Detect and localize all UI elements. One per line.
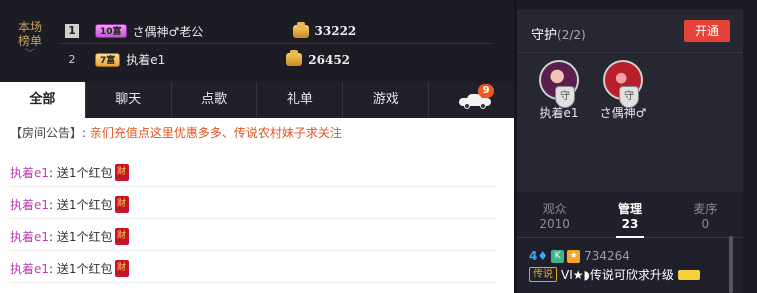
user-list-item[interactable]: 4 ♦ K ★ 734264 传说 VI★◗传说可欣求升级 xyxy=(529,248,729,283)
star-badge-icon: ★ xyxy=(567,249,581,263)
message-user[interactable]: 执着e1 xyxy=(10,191,49,219)
rank-toggle[interactable]: 本场 榜单 ﹀ xyxy=(8,20,52,60)
rank-row[interactable]: 2 7富 执着e1 26452 xyxy=(60,47,492,72)
tab-all[interactable]: 全部 xyxy=(0,82,86,118)
rank-number: 1 xyxy=(65,24,79,38)
chat-area: 【房间公告】: 亲们充值点这里优惠多多、传说农村妹子求关注 执着e1 : 送1个… xyxy=(0,118,514,293)
rank-number: 2 xyxy=(68,52,76,66)
k-badge-icon: K xyxy=(551,249,565,263)
user-tabs: 观众 2010 管理 23 麦序 0 xyxy=(517,192,743,238)
red-envelope-icon: 财 xyxy=(114,196,129,213)
diamond-icon: ♦ xyxy=(537,249,549,263)
rank-label-line2: 榜单 xyxy=(17,34,42,48)
user-id: 734264 xyxy=(584,249,630,263)
red-envelope-icon: 财 xyxy=(114,260,129,277)
tab-car[interactable]: 9 xyxy=(429,82,514,118)
open-guard-button[interactable]: 开通 xyxy=(684,20,730,42)
message-user[interactable]: 执着e1 xyxy=(10,159,49,187)
tab-label: 麦序 xyxy=(693,202,718,216)
tab-count: 2010 xyxy=(539,217,570,231)
notice-prefix: 【房间公告】: xyxy=(10,126,87,140)
rank-board: 本场 榜单 ﹀ 1 10富 さ偶神♂老公 33222 2 7富 执着e1 264… xyxy=(0,10,514,80)
tab-gift-list[interactable]: 礼单 xyxy=(257,82,344,118)
wealth-level-badge: 7富 xyxy=(95,52,121,67)
wealth-level-badge: 10富 xyxy=(95,24,127,38)
user-name[interactable]: VI★◗传说可欣求升级 xyxy=(561,266,674,283)
message-text: : 送1个红包 xyxy=(49,197,113,212)
tab-label: 管理 xyxy=(617,202,642,216)
tab-label: 观众 xyxy=(542,202,567,216)
guard-count: (2/2) xyxy=(557,28,586,42)
chevron-down-icon: ﹀ xyxy=(25,49,35,60)
tab-count: 23 xyxy=(621,217,639,231)
red-envelope-icon: 财 xyxy=(114,164,129,181)
guard-title-text: 守护 xyxy=(531,28,558,43)
message-text: : 送1个红包 xyxy=(49,229,113,244)
coin-icon xyxy=(292,21,309,38)
tab-audience[interactable]: 观众 2010 xyxy=(517,192,592,237)
tab-count: 0 xyxy=(701,217,710,231)
rank-label-line1: 本场 xyxy=(17,20,42,34)
car-count-badge: 9 xyxy=(478,84,495,98)
tab-song[interactable]: 点歌 xyxy=(172,82,258,118)
right-column: 守护(2/2) 开通 守 执着e1 守 さ偶神♂ 观众 2010 管理 23 麦… xyxy=(517,10,743,293)
guard-avatar-item[interactable]: 守 执着e1 xyxy=(529,60,589,121)
notice-link[interactable]: 亲们充值点这里优惠多多、传说农村妹子求关注 xyxy=(90,126,342,140)
chat-message: 执着e1 : 送1个红包 财 xyxy=(10,191,496,219)
divider xyxy=(517,52,743,53)
user-list-panel: 观众 2010 管理 23 麦序 0 4 ♦ K ★ 734264 传说 VI★… xyxy=(517,192,743,293)
coin-icon xyxy=(286,50,303,66)
red-envelope-icon: 财 xyxy=(114,228,129,245)
rank-row[interactable]: 1 10富 さ偶神♂老公 33222 xyxy=(60,19,492,44)
left-column: 本场 榜单 ﹀ 1 10富 さ偶神♂老公 33222 2 7富 执着e1 264… xyxy=(0,0,514,293)
rank-user-name[interactable]: 执着e1 xyxy=(126,51,286,68)
rank-score: 33222 xyxy=(314,24,357,38)
rank-score: 26452 xyxy=(308,52,351,67)
chat-message: 执着e1 : 送1个红包 财 xyxy=(10,223,496,251)
tab-games[interactable]: 游戏 xyxy=(343,82,430,118)
message-user[interactable]: 执着e1 xyxy=(10,223,49,251)
legend-tag: 传说 xyxy=(529,267,557,282)
tab-mic-queue[interactable]: 麦序 0 xyxy=(668,192,743,237)
guard-avatar-item[interactable]: 守 さ偶神♂ xyxy=(593,60,653,121)
guard-title: 守护(2/2) xyxy=(531,24,586,43)
chat-message: 执着e1 : 送1个红包 财 xyxy=(10,255,496,283)
message-user[interactable]: 执着e1 xyxy=(10,255,49,283)
rank-user-name[interactable]: さ偶神♂老公 xyxy=(133,23,293,40)
scrollbar-track[interactable] xyxy=(743,10,757,293)
scrollbar-thumb[interactable] xyxy=(729,236,733,293)
message-text: : 送1个红包 xyxy=(49,165,113,180)
live-room-panel: 本场 榜单 ﹀ 1 10富 さ偶神♂老公 33222 2 7富 执着e1 264… xyxy=(0,0,757,293)
shield-icon: 守 xyxy=(555,86,575,108)
chat-message: 执着e1 : 送1个红包 财 xyxy=(10,159,496,187)
chat-tabs: 全部 聊天 点歌 礼单 游戏 9 xyxy=(0,82,514,118)
tab-admins[interactable]: 管理 23 xyxy=(592,192,667,238)
tab-chat[interactable]: 聊天 xyxy=(86,82,172,118)
vip-icon xyxy=(677,269,700,280)
level-number: 4 xyxy=(529,249,538,263)
message-text: : 送1个红包 xyxy=(49,261,113,276)
shield-icon: 守 xyxy=(619,86,639,108)
room-notice: 【房间公告】: 亲们充值点这里优惠多多、传说农村妹子求关注 xyxy=(10,124,342,141)
